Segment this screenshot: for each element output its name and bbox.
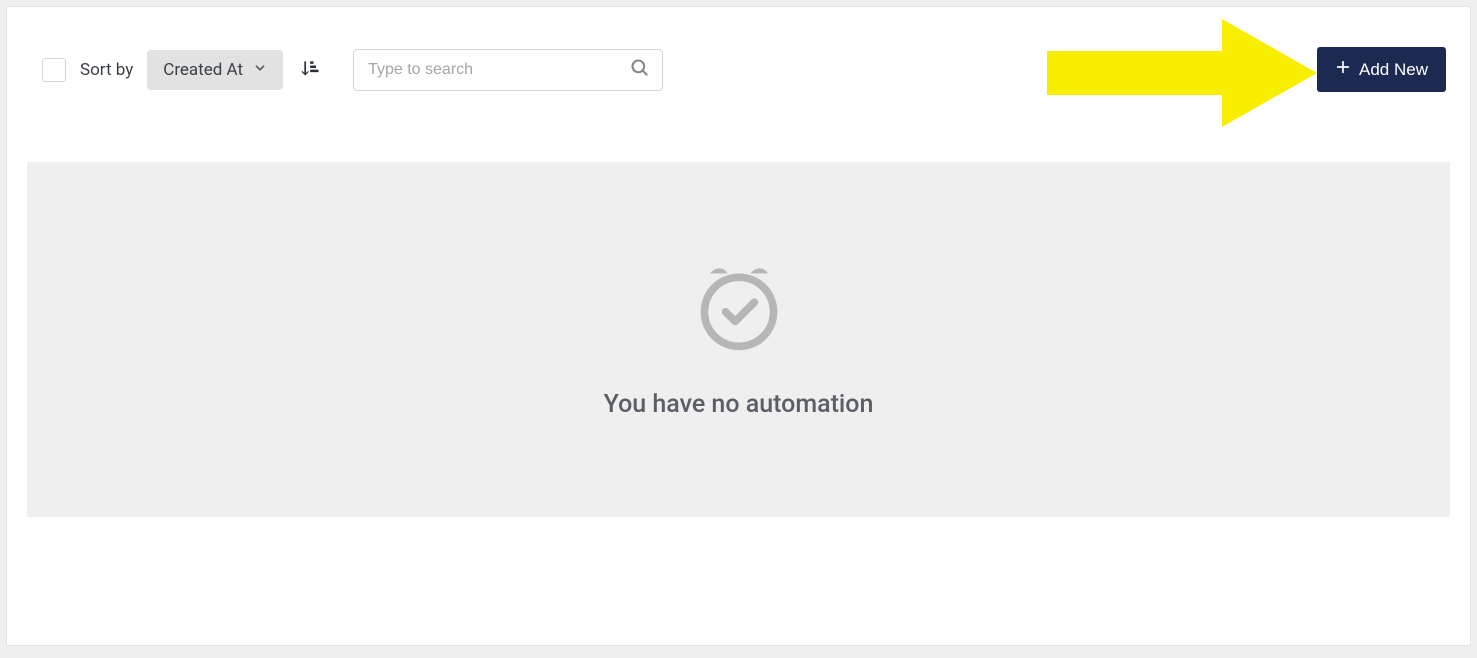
add-new-button[interactable]: Add New: [1317, 47, 1446, 92]
alarm-check-icon: [691, 260, 787, 360]
arrow-annotation-icon: [1047, 19, 1317, 131]
sort-by-selected-value: Created At: [163, 60, 243, 80]
search-field[interactable]: [353, 49, 663, 91]
sort-by-select[interactable]: Created At: [147, 50, 283, 90]
select-all-checkbox[interactable]: [42, 58, 66, 82]
sort-amount-icon: [301, 58, 321, 81]
toolbar: Sort by Created At: [7, 7, 1470, 92]
sort-by-label: Sort by: [80, 60, 133, 80]
empty-state-panel: You have no automation: [27, 162, 1450, 517]
empty-state-message: You have no automation: [604, 390, 874, 419]
chevron-down-icon: [253, 60, 267, 80]
sort-direction-button[interactable]: [297, 54, 325, 85]
search-input[interactable]: [366, 60, 630, 80]
add-new-label: Add New: [1359, 60, 1428, 80]
page-container: Sort by Created At: [6, 6, 1471, 646]
search-icon: [630, 58, 650, 82]
plus-icon: [1335, 59, 1351, 80]
